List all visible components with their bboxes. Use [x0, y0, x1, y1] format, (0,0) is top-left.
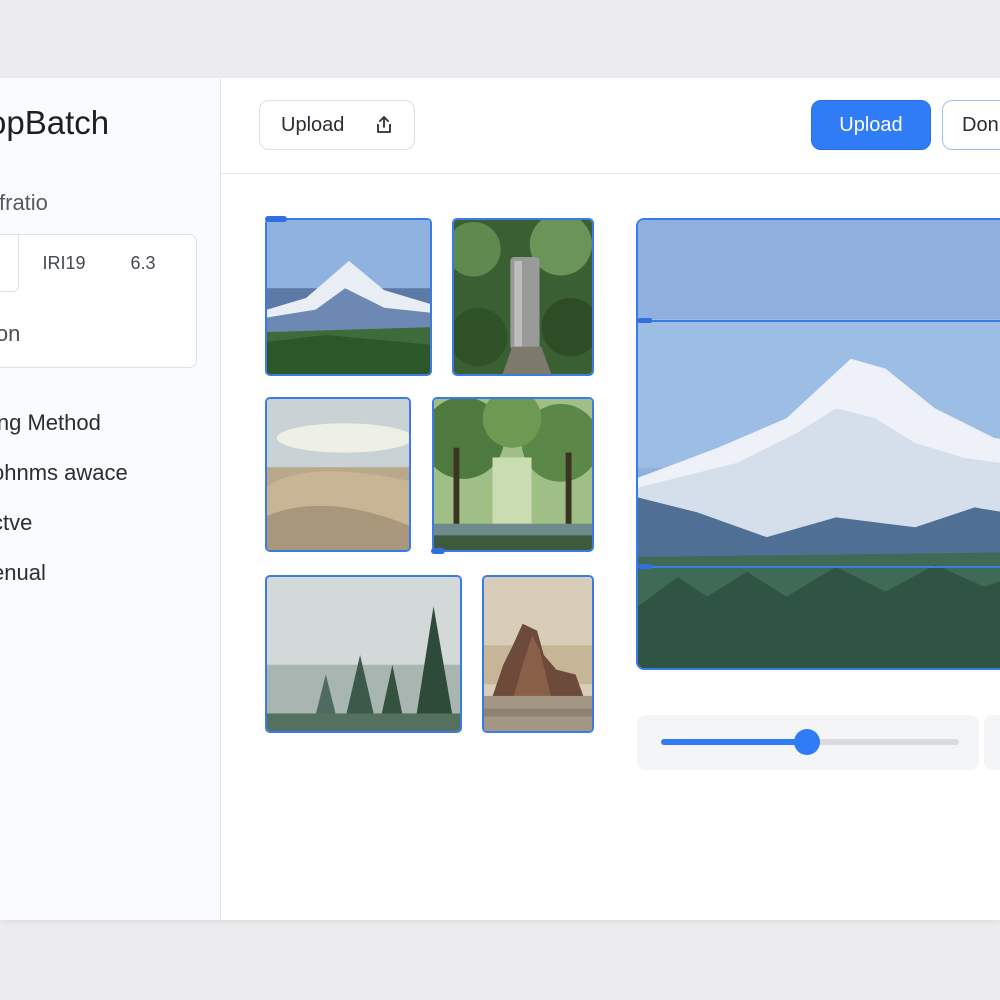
crop-handle[interactable]: [638, 318, 652, 323]
sidebar: opBatch l fratio IRI19 6.3 ion ing Metho…: [0, 78, 221, 920]
snow-mountain-image: [267, 220, 430, 374]
done-button[interactable]: Don: [942, 100, 1000, 150]
share-upload-icon: [377, 116, 391, 133]
ratio-option[interactable]: 6.3: [109, 235, 177, 291]
method-item-manual[interactable]: enual: [0, 560, 128, 610]
zoom-slider-panel: [637, 715, 979, 770]
method-item-active[interactable]: ctve: [0, 510, 128, 560]
rock-image: [484, 577, 592, 731]
pines-fog-image: [267, 577, 460, 731]
crop-handle[interactable]: [638, 564, 652, 569]
upload-button-primary[interactable]: Upload: [811, 100, 931, 150]
upload-button-secondary[interactable]: Upload: [259, 100, 415, 150]
crop-bottom-edge[interactable]: [638, 566, 1000, 568]
zoom-slider-thumb[interactable]: [794, 729, 821, 755]
toolbar: Upload Upload Don: [221, 78, 1000, 174]
forest-stone-image: [454, 220, 592, 374]
side-control-panel: [984, 715, 1000, 770]
mountain-preview-image: [638, 220, 1000, 668]
app-title: opBatch: [0, 104, 110, 141]
aspect-ratio-label: l fratio: [0, 190, 48, 215]
mountain-thumbnail[interactable]: [265, 218, 432, 376]
crop-handle[interactable]: [431, 548, 445, 554]
forest-monolith-thumbnail[interactable]: [452, 218, 594, 376]
crop-preview[interactable]: [636, 218, 1000, 670]
aspect-ratio-selector: IRI19 6.3 ion: [0, 234, 197, 368]
desert-dunes-thumbnail[interactable]: [265, 397, 411, 552]
ratio-caption: ion: [0, 321, 21, 346]
crop-top-edge[interactable]: [638, 320, 1000, 322]
forest-lake-thumbnail[interactable]: [432, 397, 594, 552]
main-area: Upload Upload Don: [221, 78, 1000, 920]
zoom-slider-fill: [661, 739, 808, 745]
cropping-method-list: ing Method ohnms awace ctve enual: [0, 410, 128, 610]
dunes-image: [267, 399, 409, 550]
rock-formation-thumbnail[interactable]: [482, 575, 594, 733]
crop-handle[interactable]: [265, 216, 287, 222]
method-item-heading[interactable]: ing Method: [0, 410, 128, 460]
foggy-pines-thumbnail[interactable]: [265, 575, 462, 733]
method-item-content-aware[interactable]: ohnms awace: [0, 460, 128, 510]
ratio-option[interactable]: IRI19: [19, 235, 109, 291]
zoom-slider[interactable]: [661, 729, 959, 755]
tree-lake-image: [434, 399, 592, 550]
ratio-option-selected[interactable]: [0, 235, 19, 292]
app-window: opBatch l fratio IRI19 6.3 ion ing Metho…: [0, 78, 1000, 920]
upload-button-label: Upload: [281, 113, 345, 136]
